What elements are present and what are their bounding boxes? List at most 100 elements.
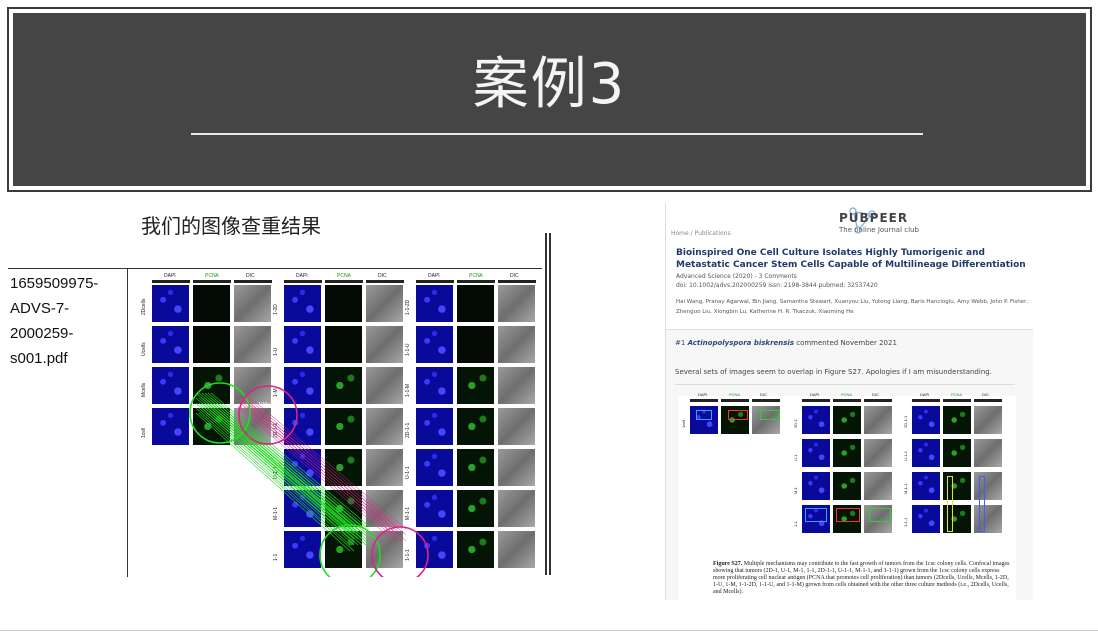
meta-ids: doi: 10.1002/advs.202000259 issn: 2198-3… [676,282,878,289]
figure-row-label: 2D-1-1 [903,415,908,428]
authors-line[interactable]: Hai Wang, Pranay Agarwal, Bin Jiang, Sam… [676,297,1031,307]
author-list: Hai Wang, Pranay Agarwal, Bin Jiang, Sam… [676,297,1031,317]
figure-tile [802,406,830,434]
figure-row-label: 1cell [681,419,686,428]
figure-tile [802,439,830,467]
figure-column-header-bar [721,399,749,402]
figure-tile [833,472,861,500]
match-line [240,406,399,542]
figure-highlight-box [805,508,827,522]
figure-highlight-box [696,410,712,420]
figure-tile [912,406,940,434]
match-circle [238,385,298,445]
figure-column-header-bar [690,399,718,402]
filename-line: 1659509975- [10,275,99,292]
pubpeer-tagline: The online Journal club [839,226,919,234]
figure-column-header-bar [802,399,830,402]
filename-line: ADVS-7- [10,300,70,317]
figure-tile [912,439,940,467]
figure-caption: Figure S27. Multiple mechanisms may cont… [713,561,1013,596]
match-overlay [189,382,429,577]
figure-column-header: DAPI [698,392,708,397]
figure-row-label: U-1-1 [903,450,908,461]
figure-tile [943,406,971,434]
caption-label: Figure S27. [713,561,743,567]
figure-column-header: DAPI [920,392,930,397]
match-line [210,392,371,528]
figure-highlight-box [836,508,860,522]
bottom-divider [0,630,1098,631]
title-underline [191,133,923,135]
match-line [207,397,367,534]
figure-row-label: 1-1-1 [903,517,908,527]
title-banner-fill: 案例3 [13,13,1086,186]
comment-text: Several sets of images seem to overlap i… [675,368,992,376]
breadcrumb[interactable]: Home / Publications [671,230,731,237]
publication-meta: Advanced Science (2020) - 3 Comments doi… [676,272,878,290]
authors-line[interactable]: Zhenguo Liu, Xiongbin Lu, Katherine H. R… [676,307,1031,317]
figure-tile [864,472,892,500]
figure-column-header-bar [833,399,861,402]
slide-title: 案例3 [472,52,627,117]
comment-date: commented November 2021 [796,339,897,347]
publication-title[interactable]: Bioinspired One Cell Culture Isolates Hi… [676,247,1031,271]
filename-cell: 1659509975- ADVS-7- 2000259- s001.pdf [8,269,128,577]
figure-highlight-box [760,410,780,420]
figure-row-label: U-1 [793,454,798,461]
figure-column-header: DIC [872,392,879,397]
caption-text: Multiple mechanisms may contribute to th… [713,561,1010,595]
filename-line: s001.pdf [10,350,68,367]
title-banner: 案例3 [7,7,1092,192]
figure-tile [912,472,940,500]
figure-column-header-bar [912,399,940,402]
figure-tile [864,439,892,467]
figure-tile [864,406,892,434]
figure-column-header: DAPI [810,392,820,397]
figure-highlight-box [979,476,985,532]
figure-row-label: 1-1 [793,521,798,527]
figure-highlight-box [947,476,953,532]
figure-column-header: PCNA [729,392,741,397]
pubpeer-page: PUBPEER The online Journal club Home / P… [665,203,1033,601]
meta-journal: Advanced Science (2020) - 3 Comments [676,273,797,280]
comment-author[interactable]: Actinopolyspora biskrensis [688,339,794,347]
figure-column-header-bar [974,399,1002,402]
figure-row-label: M-1-1 [903,483,908,494]
figure-scale-label: 100μm [763,434,778,439]
figure-row-label: 2D-1 [793,419,798,428]
figure-column-header: PCNA [951,392,963,397]
match-line [243,394,403,530]
match-line [198,412,355,552]
figure-tile [974,439,1002,467]
figure-column-header: DIC [760,392,767,397]
figure-highlight-box [728,410,748,420]
comment-header: #1 Actinopolyspora biskrensis commented … [675,339,897,347]
match-line [210,402,371,540]
figure-tile [833,406,861,434]
figure-tile [802,472,830,500]
figure-column-header: PCNA [841,392,853,397]
match-line [210,397,371,534]
figure-tile [974,406,1002,434]
figure-row-label: M-1 [793,487,798,494]
panel-separator [545,233,551,575]
duplicate-detection-figure: DAPI PCNA DIC 2Dcells Ucells Mcells 1cell DAPI P… [138,273,542,577]
figure-tile [833,439,861,467]
file-table: 1659509975- ADVS-7- 2000259- s001.pdf DA… [8,268,542,577]
figure-column-header-bar [752,399,780,402]
figure-column-header-bar [864,399,892,402]
figure-column-header: DIC [982,392,989,397]
pubpeer-brand[interactable]: PUBPEER [839,211,908,225]
comment-divider [675,384,1015,385]
comment-card: #1 Actinopolyspora biskrensis commented … [666,329,1033,601]
match-line [195,412,351,552]
comment-number[interactable]: #1 [675,339,685,347]
figure-tile [912,505,940,533]
match-line [207,402,367,540]
match-line [207,392,367,528]
slide: 案例3 我们的图像查重结果 1659509975- ADVS-7- 200025… [0,0,1098,633]
filename-line: 2000259- [10,325,74,342]
figure-tile [943,439,971,467]
figure-column-header-bar [943,399,971,402]
figure-highlight-box [869,508,891,522]
